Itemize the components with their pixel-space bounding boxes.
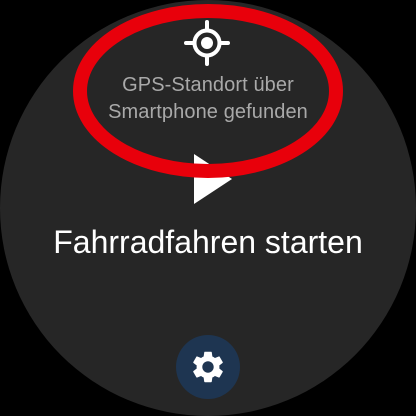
gps-status-text: GPS-Standort über Smartphone gefunden — [58, 72, 358, 126]
play-icon[interactable] — [186, 150, 236, 208]
start-activity-label[interactable]: Fahrradfahren starten — [0, 222, 416, 262]
gps-status-line-2: Smartphone gefunden — [108, 101, 308, 123]
gps-status-line-1: GPS-Standort über — [122, 74, 294, 96]
watch-screen: GPS-Standort über Smartphone gefunden Fa… — [0, 0, 416, 416]
gps-location-icon — [184, 20, 230, 66]
settings-button[interactable] — [176, 335, 240, 399]
gear-icon — [193, 351, 223, 383]
